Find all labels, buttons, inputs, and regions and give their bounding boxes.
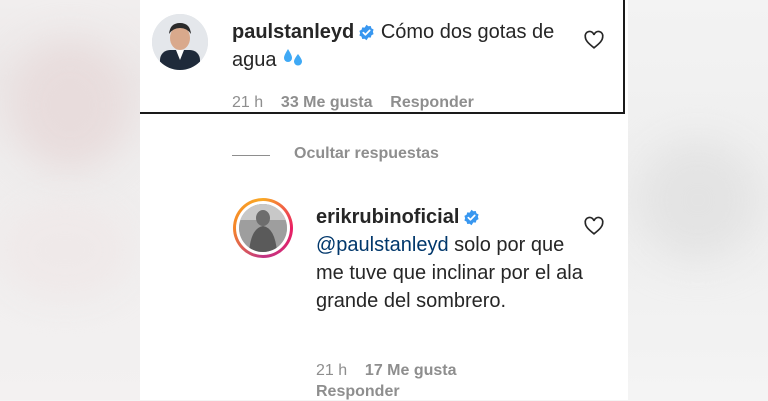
likes-count[interactable]: 17 Me gusta	[365, 362, 457, 379]
sweat-droplets-icon	[282, 47, 306, 75]
hide-replies-button[interactable]: Ocultar respuestas	[294, 145, 439, 163]
reply-button[interactable]: Responder	[316, 383, 400, 400]
timestamp: 21 h	[232, 94, 264, 111]
blurred-background-left	[0, 0, 140, 400]
likes-count[interactable]: 33 Me gusta	[281, 94, 373, 111]
avatar[interactable]	[239, 204, 287, 252]
like-heart-icon[interactable]	[583, 29, 605, 51]
comment-meta: Responder	[316, 383, 400, 401]
verified-badge-icon	[359, 24, 374, 41]
mention-link[interactable]: @paulstanleyd	[316, 234, 449, 256]
comment-meta: 21 h 33 Me gusta Responder	[232, 94, 474, 112]
like-heart-icon[interactable]	[583, 215, 605, 237]
reply-button[interactable]: Responder	[390, 94, 474, 111]
timestamp: 21 h	[316, 362, 348, 379]
avatar[interactable]	[152, 14, 208, 70]
divider	[232, 155, 270, 156]
comment-meta: 21 h 17 Me gusta	[316, 362, 457, 380]
username-link[interactable]: paulstanleyd	[232, 21, 354, 43]
verified-badge-icon	[464, 209, 479, 226]
comment-text: erikrubinoficial @paulstanleyd solo por …	[316, 203, 596, 315]
comment-text: paulstanleyd Cómo dos gotas de agua	[232, 18, 572, 75]
username-link[interactable]: erikrubinoficial	[316, 206, 459, 228]
blurred-background-right	[628, 0, 768, 400]
